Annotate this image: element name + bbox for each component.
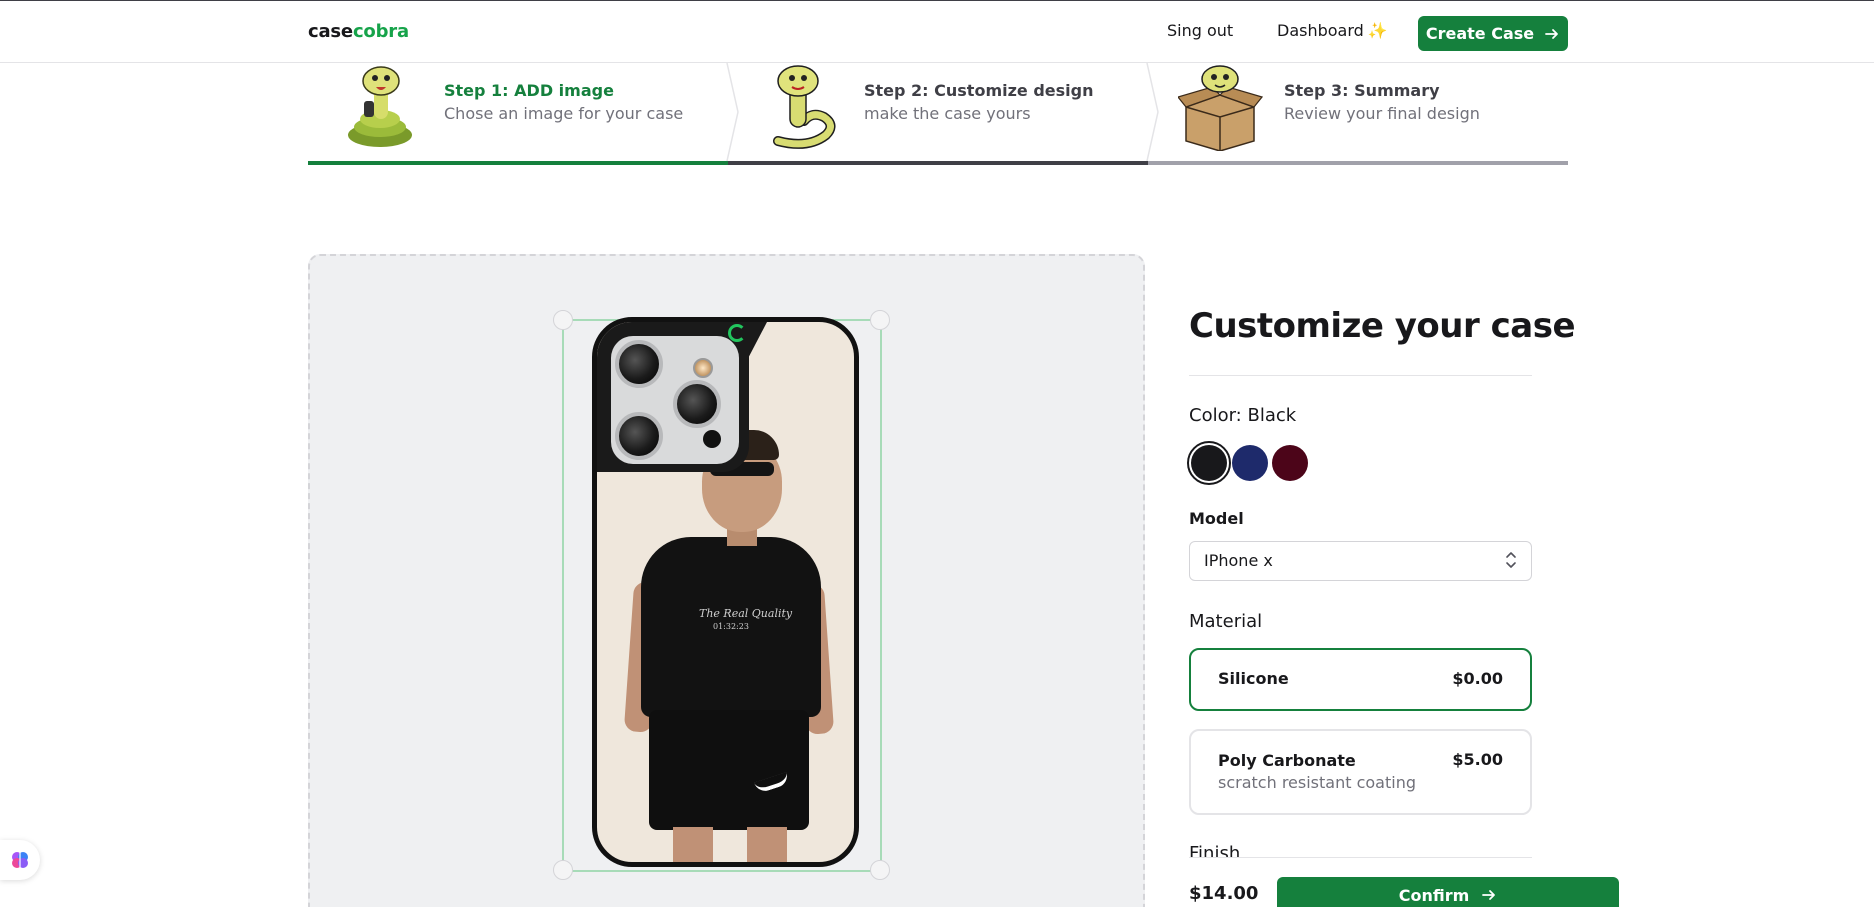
brain-icon xyxy=(12,852,28,868)
camera-sensor xyxy=(703,430,721,448)
sparkles-icon: ✨ xyxy=(1367,21,1388,40)
dashboard-label: Dashboard xyxy=(1277,21,1364,40)
create-case-label: Create Case xyxy=(1425,24,1535,43)
navbar: casecobra Sing out Dashboard ✨ Create Cas… xyxy=(0,0,1874,63)
step-add-image: Step 1: ADD image Chose an image for you… xyxy=(308,63,728,165)
chevron-up-down-icon xyxy=(1505,550,1517,572)
camera-plate xyxy=(611,336,739,464)
cobra-in-box-image xyxy=(1178,65,1263,151)
phone-case-preview: The Real Quality 01:32:23 xyxy=(592,317,859,867)
camera-lens xyxy=(615,412,663,460)
divider xyxy=(1189,375,1532,376)
confirm-label: Confirm xyxy=(1398,885,1470,905)
color-swatch-rose[interactable] xyxy=(1272,445,1308,481)
create-case-button[interactable]: Create Case xyxy=(1418,16,1568,51)
material-name: Silicone xyxy=(1218,669,1289,688)
shirt-print-subtext: 01:32:23 xyxy=(713,622,749,631)
loading-spinner-icon xyxy=(728,324,746,342)
confirm-button[interactable]: Confirm xyxy=(1277,877,1619,907)
step-progress-bar xyxy=(728,161,1148,165)
arrow-right-icon xyxy=(1545,28,1559,39)
material-option-silicone[interactable]: Silicone $0.00 xyxy=(1189,648,1532,711)
material-label: Material xyxy=(1189,611,1263,632)
step-title: Step 3: Summary xyxy=(1284,81,1440,100)
photo-leg xyxy=(747,827,787,862)
step-progress-bar xyxy=(308,161,728,165)
camera-module-corner xyxy=(743,322,767,368)
shirt-print-text: The Real Quality xyxy=(699,607,793,620)
material-option-polycarbonate[interactable]: Poly Carbonate scratch resistant coating… xyxy=(1189,729,1532,815)
cobra-image xyxy=(773,65,836,149)
dashboard-link[interactable]: Dashboard ✨ xyxy=(1277,21,1388,40)
material-description: scratch resistant coating xyxy=(1218,773,1416,792)
color-label: Color: Black xyxy=(1189,405,1297,426)
step-description: Chose an image for your case xyxy=(444,104,684,123)
logo-link[interactable]: casecobra xyxy=(308,21,409,42)
divider xyxy=(1189,857,1532,858)
model-select[interactable]: IPhone x xyxy=(1189,541,1532,581)
assistant-widget-button[interactable] xyxy=(0,840,40,880)
camera-flash xyxy=(693,358,713,378)
progress-steps: Step 1: ADD image Chose an image for you… xyxy=(308,63,1568,165)
resize-handle-bottom-left[interactable] xyxy=(553,860,573,880)
step-progress-bar xyxy=(1148,161,1568,165)
model-label: Model xyxy=(1189,509,1244,528)
finish-label: Finish xyxy=(1189,843,1241,857)
material-name: Poly Carbonate xyxy=(1218,751,1356,770)
cobra-on-snake-image xyxy=(348,66,412,147)
camera-lens xyxy=(673,380,721,428)
resize-handle-top-right[interactable] xyxy=(870,310,890,330)
arrow-right-icon xyxy=(1482,890,1496,900)
logo-text-case: case xyxy=(308,21,353,42)
step-summary: Step 3: Summary Review your final design xyxy=(1148,63,1568,165)
color-swatch-black[interactable] xyxy=(1187,441,1231,485)
step-description: make the case yours xyxy=(864,104,1031,123)
material-price: $0.00 xyxy=(1452,669,1503,688)
resize-handle-top-left[interactable] xyxy=(553,310,573,330)
step-title: Step 2: Customize design xyxy=(864,81,1094,100)
step-description: Review your final design xyxy=(1284,104,1480,123)
model-select-value: IPhone x xyxy=(1204,551,1273,570)
material-price: $5.00 xyxy=(1452,750,1503,769)
panel-title: Customize your case xyxy=(1189,306,1576,346)
step-title: Step 1: ADD image xyxy=(444,81,614,100)
sign-out-link[interactable]: Sing out xyxy=(1167,21,1233,40)
total-price: $14.00 xyxy=(1189,883,1259,904)
photo-shorts xyxy=(649,710,809,830)
camera-module xyxy=(597,322,749,472)
step-customize-design: Step 2: Customize design make the case y… xyxy=(728,63,1148,165)
logo-text-cobra: cobra xyxy=(352,21,409,42)
photo-leg xyxy=(673,827,713,862)
camera-lens xyxy=(615,340,663,388)
resize-handle-bottom-right[interactable] xyxy=(870,860,890,880)
color-swatch-blue[interactable] xyxy=(1232,445,1268,481)
